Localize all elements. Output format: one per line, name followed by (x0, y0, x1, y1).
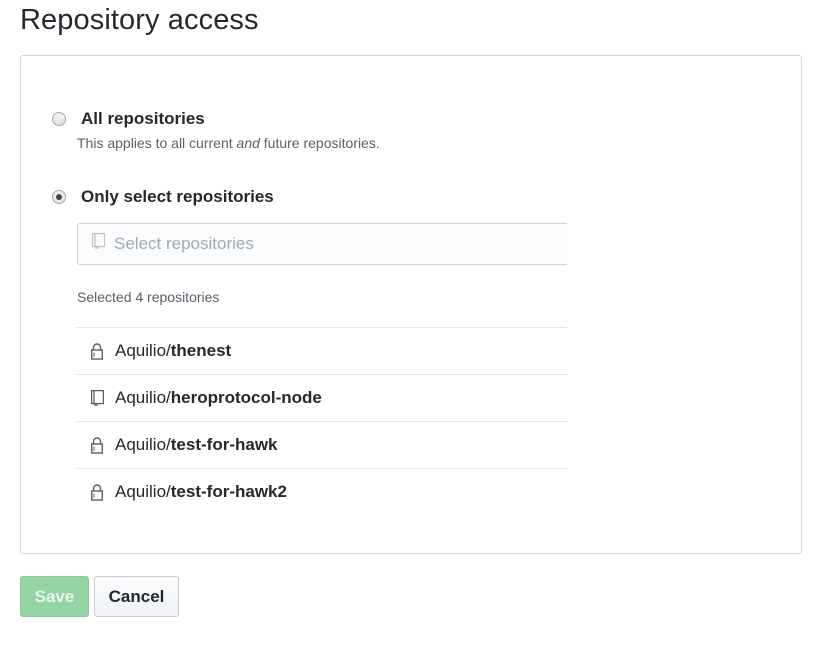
list-item[interactable]: Aquilio/heroprotocol-node (77, 375, 567, 422)
all-repositories-radio[interactable] (52, 112, 66, 126)
selected-repositories-list[interactable]: Aquilio/thenest Aquilio/heroprotocol-nod… (77, 327, 567, 502)
repo-name: test-for-hawk2 (170, 482, 287, 501)
repo-owner: Aquilio/ (115, 388, 171, 407)
list-item[interactable]: Aquilio/test-for-hawk (77, 422, 567, 469)
all-repositories-option[interactable]: All repositories (52, 109, 205, 129)
lock-icon (89, 436, 105, 454)
all-repositories-label[interactable]: All repositories (81, 109, 205, 129)
repo-name: test-for-hawk (170, 435, 278, 454)
lock-icon (89, 483, 105, 501)
repo-icon (89, 389, 105, 407)
select-repositories-placeholder: Select repositories (114, 234, 254, 253)
cancel-button[interactable]: Cancel (94, 576, 179, 617)
repository-access-page: Repository access All repositories This … (0, 0, 814, 651)
only-select-repositories-option[interactable]: Only select repositories (52, 187, 274, 207)
repo-name: heroprotocol-node (170, 388, 322, 407)
list-item[interactable]: Aquilio/test-for-hawk2 (77, 469, 567, 502)
repo-owner: Aquilio/ (115, 482, 171, 501)
repo-icon (91, 232, 106, 255)
repo-owner: Aquilio/ (115, 435, 171, 454)
list-item[interactable]: Aquilio/thenest (77, 328, 567, 375)
select-repositories-input[interactable]: Select repositories (77, 223, 567, 265)
save-button[interactable]: Save (20, 576, 89, 617)
repository-access-box: All repositories This applies to all cur… (20, 55, 802, 554)
only-select-repositories-radio[interactable] (52, 190, 66, 204)
all-repositories-note: This applies to all current and future r… (77, 135, 380, 151)
page-title: Repository access (20, 4, 259, 36)
selected-count-text: Selected 4 repositories (77, 289, 220, 305)
repo-name: thenest (170, 341, 232, 360)
only-select-repositories-label[interactable]: Only select repositories (81, 187, 274, 207)
repo-owner: Aquilio/ (115, 341, 171, 360)
lock-icon (89, 342, 105, 360)
